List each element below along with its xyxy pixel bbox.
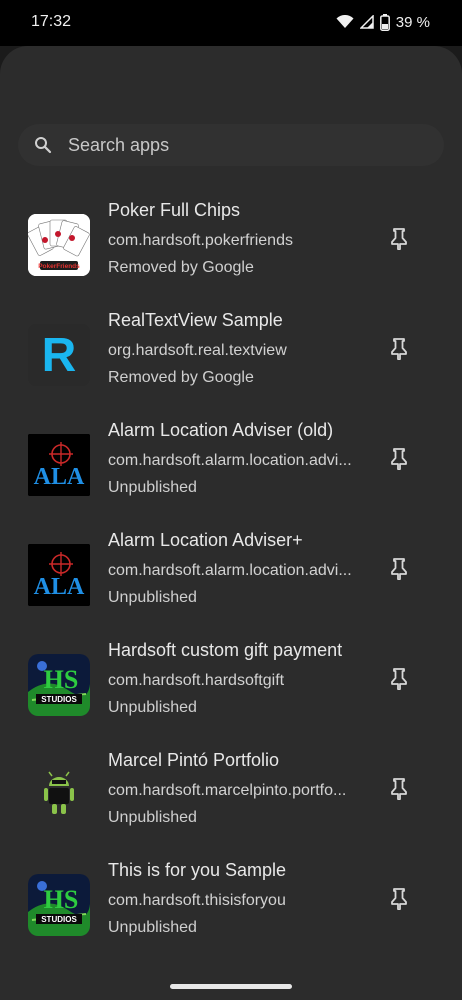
- search-input[interactable]: Search apps: [68, 135, 169, 156]
- battery-percent: 39 %: [395, 13, 430, 31]
- app-status: Removed by Google: [108, 369, 254, 386]
- search-bar[interactable]: Search apps: [18, 124, 444, 166]
- app-status: Unpublished: [108, 809, 197, 826]
- ala-logo-text: ALA: [34, 574, 85, 600]
- search-icon: [34, 136, 52, 159]
- app-package: com.hardsoft.hardsoftgift: [108, 672, 285, 689]
- app-title: RealTextView Sample: [108, 310, 283, 330]
- app-status: Removed by Google: [108, 259, 254, 276]
- studios-logo-text: STUDIOS: [41, 915, 77, 924]
- app-package: com.hardsoft.alarm.location.advi...: [108, 562, 352, 579]
- app-title: Alarm Location Adviser (old): [108, 420, 334, 440]
- pin-icon[interactable]: [386, 336, 412, 362]
- app-status: Unpublished: [108, 479, 197, 496]
- app-list: PokerFriends Poker Full Chips com.hardso…: [0, 186, 462, 956]
- pin-icon[interactable]: [386, 226, 412, 252]
- app-status: Unpublished: [108, 699, 197, 716]
- signal-icon: [359, 15, 374, 29]
- status-bar: 17:32 39 %: [0, 0, 462, 46]
- status-icons: 39 %: [336, 12, 430, 32]
- app-picker-sheet: Search apps PokerFriends Poker Full Chip…: [0, 46, 462, 1000]
- list-item-app[interactable]: HS STUDIOS Hardsoft custom gift payment …: [0, 626, 462, 736]
- list-item-app[interactable]: R RealTextView Sample org.hardsoft.real.…: [0, 296, 462, 406]
- hs-studios-icon: HS STUDIOS: [28, 874, 90, 936]
- hs-logo-text: HS: [44, 665, 79, 694]
- app-title: This is for you Sample: [108, 860, 287, 880]
- list-item-app[interactable]: PokerFriends Poker Full Chips com.hardso…: [0, 186, 462, 296]
- app-package: com.hardsoft.pokerfriends: [108, 232, 293, 249]
- ala-icon: ALA: [28, 434, 90, 496]
- ala-plus-icon: ALA: [28, 544, 90, 606]
- app-status: Unpublished: [108, 589, 197, 606]
- app-package: org.hardsoft.real.textview: [108, 342, 287, 359]
- app-title: Poker Full Chips: [108, 200, 241, 220]
- hs-studios-icon: HS STUDIOS: [28, 654, 90, 716]
- app-package: com.hardsoft.marcelpinto.portfo...: [108, 782, 347, 799]
- list-item-app[interactable]: ALA Alarm Location Adviser (old) com.har…: [0, 406, 462, 516]
- studios-logo-text: STUDIOS: [41, 695, 77, 704]
- pin-icon[interactable]: [386, 446, 412, 472]
- list-item-app[interactable]: Marcel Pintó Portfolio com.hardsoft.marc…: [0, 736, 462, 846]
- hs-logo-text: HS: [44, 885, 79, 914]
- app-title: Hardsoft custom gift payment: [108, 640, 343, 660]
- app-title: Alarm Location Adviser+: [108, 530, 303, 550]
- list-item-app[interactable]: HS STUDIOS This is for you Sample com.ha…: [0, 846, 462, 956]
- list-item-app[interactable]: ALA Alarm Location Adviser+ com.hardsoft…: [0, 516, 462, 626]
- pin-icon[interactable]: [386, 556, 412, 582]
- app-title: Marcel Pintó Portfolio: [108, 750, 280, 770]
- status-time: 17:32: [31, 13, 72, 30]
- android-robot-icon: [28, 764, 90, 826]
- gesture-nav-handle[interactable]: [170, 984, 292, 989]
- battery-icon: [379, 13, 390, 31]
- poker-cards-icon: PokerFriends: [28, 214, 90, 276]
- pin-icon[interactable]: [386, 666, 412, 692]
- ala-logo-text: ALA: [34, 464, 85, 490]
- wifi-icon: [336, 15, 354, 29]
- realtextview-logo-text: R: [42, 329, 77, 382]
- app-package: com.hardsoft.thisisforyou: [108, 892, 286, 909]
- app-package: com.hardsoft.alarm.location.advi...: [108, 452, 352, 469]
- poker-logo-text: PokerFriends: [38, 263, 80, 270]
- pin-icon[interactable]: [386, 886, 412, 912]
- realtextview-r-icon: R: [28, 324, 90, 386]
- app-status: Unpublished: [108, 919, 197, 936]
- pin-icon[interactable]: [386, 776, 412, 802]
